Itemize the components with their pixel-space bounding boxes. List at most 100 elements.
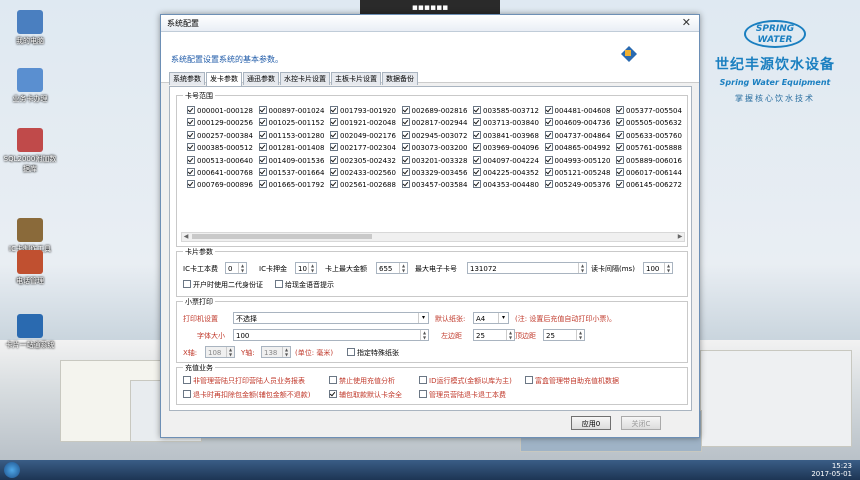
checkbox[interactable] bbox=[544, 118, 553, 127]
card-range-checkbox[interactable]: 002817-002944 bbox=[401, 118, 467, 127]
card-range-checkbox[interactable]: 001537-001664 bbox=[258, 168, 324, 177]
scroll-left-icon[interactable]: ◀ bbox=[182, 233, 190, 241]
checkbox[interactable] bbox=[258, 130, 267, 139]
checkbox[interactable] bbox=[401, 143, 410, 152]
desktop-icon[interactable]: 电话管理 bbox=[2, 250, 58, 286]
checkbox[interactable] bbox=[183, 390, 191, 398]
tab-5[interactable]: 数据备份 bbox=[382, 72, 418, 85]
card-range-checkbox[interactable]: 002305-002432 bbox=[330, 155, 396, 165]
card-range-checkbox[interactable]: 000641-000768 bbox=[187, 168, 253, 177]
card-range-checkbox[interactable]: 001153-001280 bbox=[258, 130, 324, 140]
close-icon[interactable]: ✕ bbox=[682, 16, 691, 29]
desktop-icon[interactable]: SQL2000附加数据库 bbox=[2, 128, 58, 174]
spin-icon[interactable]: ▲ ▼ bbox=[578, 263, 586, 273]
checkbox[interactable] bbox=[183, 280, 191, 288]
card-range-checkbox[interactable]: 005505-005632 bbox=[616, 118, 682, 127]
checkbox[interactable] bbox=[616, 143, 624, 152]
check-id-card[interactable]: 开户时使用二代身份证 bbox=[183, 280, 263, 290]
window-titlebar[interactable]: 系统配置 ✕ bbox=[161, 15, 699, 32]
card-range-checkbox[interactable]: 003585-003712 bbox=[473, 106, 539, 115]
checkbox[interactable] bbox=[419, 376, 427, 384]
checkbox[interactable] bbox=[330, 155, 338, 164]
spin-icon[interactable]: ▲ ▼ bbox=[576, 330, 584, 340]
card-range-checkbox[interactable]: 000001-000128 bbox=[187, 106, 253, 115]
checkbox[interactable] bbox=[329, 376, 337, 384]
card-range-checkbox[interactable]: 001409-001536 bbox=[258, 155, 324, 165]
checkbox[interactable] bbox=[616, 130, 624, 139]
card-range-checkbox[interactable]: 000769-000896 bbox=[187, 180, 253, 189]
checkbox[interactable] bbox=[544, 130, 553, 139]
check-special-paper[interactable]: 指定特殊纸张 bbox=[347, 348, 399, 358]
card-range-checkbox[interactable]: 006017-006144 bbox=[616, 168, 682, 177]
card-range-checkbox[interactable]: 004481-004608 bbox=[544, 106, 610, 115]
checkbox[interactable] bbox=[187, 180, 195, 189]
app-icon[interactable] bbox=[17, 314, 43, 338]
checkbox[interactable] bbox=[183, 376, 191, 384]
card-range-checkbox[interactable]: 005121-005248 bbox=[544, 168, 610, 177]
card-range-checkbox[interactable]: 001025-001152 bbox=[258, 118, 324, 127]
checkbox[interactable] bbox=[525, 376, 533, 384]
card-range-checkbox[interactable]: 003201-003328 bbox=[401, 155, 467, 165]
max-card-input[interactable]: 131072 ▲ ▼ bbox=[467, 262, 587, 274]
spin-icon[interactable]: ▲ ▼ bbox=[664, 263, 672, 273]
card-range-checkbox[interactable]: 003457-003584 bbox=[401, 180, 467, 189]
spin-icon[interactable]: ▲ ▼ bbox=[226, 347, 234, 357]
tab-1[interactable]: 发卡参数 bbox=[206, 72, 242, 86]
checkbox[interactable] bbox=[473, 130, 481, 139]
paper-select[interactable]: A4 ▾ bbox=[473, 312, 509, 324]
system-tray-clock[interactable]: 15:23 2017-05-01 bbox=[811, 462, 852, 478]
card-range-checkbox[interactable]: 000385-000512 bbox=[187, 143, 253, 152]
spin-icon[interactable]: ▲ ▼ bbox=[282, 347, 290, 357]
card-range-checkbox[interactable]: 001665-001792 bbox=[258, 180, 324, 189]
top-margin-input[interactable]: 25 ▲ ▼ bbox=[543, 329, 585, 341]
card-range-checkbox[interactable]: 005377-005504 bbox=[616, 106, 682, 115]
card-range-checkbox[interactable]: 004609-004736 bbox=[544, 118, 610, 127]
recharge-option[interactable]: ID运行模式(金额以库为主) bbox=[419, 376, 512, 386]
card-range-checkbox[interactable]: 003969-004096 bbox=[473, 143, 539, 152]
checkbox[interactable] bbox=[401, 118, 410, 127]
card-range-checkbox[interactable]: 000513-000640 bbox=[187, 155, 253, 165]
checkbox[interactable] bbox=[258, 180, 267, 189]
desktop-icon[interactable]: 业务卡办理 bbox=[2, 68, 58, 104]
checkbox[interactable] bbox=[401, 168, 410, 176]
card-range-checkbox[interactable]: 004993-005120 bbox=[544, 155, 610, 165]
start-button[interactable] bbox=[4, 462, 20, 478]
checkbox[interactable] bbox=[616, 118, 624, 127]
recharge-option[interactable]: 富盒管理带自助充值机数据 bbox=[525, 376, 619, 386]
checkbox[interactable] bbox=[544, 143, 553, 152]
card-range-checkbox[interactable]: 002945-003072 bbox=[401, 130, 467, 140]
card-range-checkbox[interactable]: 004097-004224 bbox=[473, 155, 539, 165]
card-range-checkbox[interactable]: 002177-002304 bbox=[330, 143, 396, 152]
card-range-checkbox[interactable]: 005249-005376 bbox=[544, 180, 610, 189]
apply-button[interactable]: 应用0 bbox=[571, 416, 611, 430]
horizontal-scrollbar[interactable]: ◀ ▶ bbox=[181, 232, 685, 242]
checkbox[interactable] bbox=[544, 155, 553, 164]
card-range-checkbox[interactable]: 005761-005888 bbox=[616, 143, 682, 152]
checkbox[interactable] bbox=[330, 180, 338, 189]
card-icon[interactable] bbox=[17, 68, 43, 92]
checkbox[interactable] bbox=[616, 180, 624, 189]
checkbox[interactable] bbox=[329, 390, 337, 398]
checkbox[interactable] bbox=[473, 118, 481, 127]
checkbox[interactable] bbox=[187, 130, 195, 139]
card-range-checkbox[interactable]: 006145-006272 bbox=[616, 180, 682, 189]
card-range-checkbox[interactable]: 004737-004864 bbox=[544, 130, 610, 140]
checkbox[interactable] bbox=[258, 106, 267, 114]
desktop-icon[interactable]: 我的电脑 bbox=[2, 10, 58, 46]
checkbox[interactable] bbox=[187, 106, 195, 114]
spin-icon[interactable]: ▲ ▼ bbox=[238, 263, 246, 273]
checkbox[interactable] bbox=[187, 118, 195, 127]
checkbox[interactable] bbox=[419, 390, 427, 398]
tab-3[interactable]: 水控卡片设置 bbox=[280, 72, 330, 85]
spin-icon[interactable]: ▲ ▼ bbox=[506, 330, 514, 340]
spin-icon[interactable]: ▲ ▼ bbox=[308, 263, 316, 273]
close-button[interactable]: 关闭C bbox=[621, 416, 661, 430]
card-range-checkbox[interactable]: 000897-001024 bbox=[258, 106, 324, 115]
checkbox[interactable] bbox=[187, 143, 195, 152]
scroll-right-icon[interactable]: ▶ bbox=[676, 233, 684, 241]
card-range-checkbox[interactable]: 002433-002560 bbox=[330, 168, 396, 177]
desktop-icon[interactable]: 卡片一站通系统 bbox=[2, 314, 58, 350]
card-range-checkbox[interactable]: 002049-002176 bbox=[330, 130, 396, 140]
checkbox[interactable] bbox=[473, 180, 481, 189]
checkbox[interactable] bbox=[473, 106, 481, 114]
